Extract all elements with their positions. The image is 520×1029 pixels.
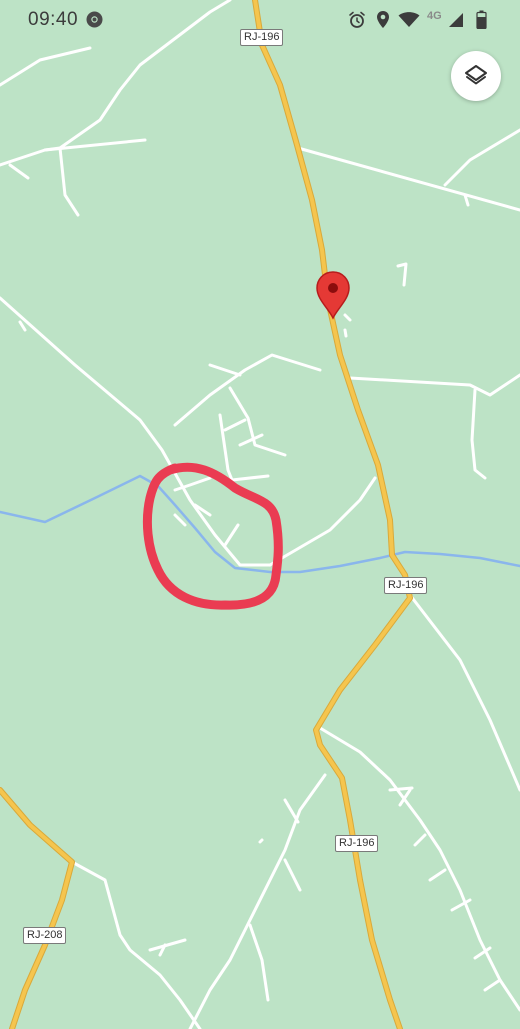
road-label-rj-208: RJ-208: [23, 927, 67, 944]
road-label-rj-196-middle: RJ-196: [384, 577, 428, 594]
network-type-label: 4G: [427, 10, 442, 22]
road-label-rj-196-bottom: RJ-196: [335, 835, 379, 852]
wifi-icon: [398, 12, 420, 27]
layers-icon: [465, 65, 487, 85]
chrome-icon: [86, 11, 103, 28]
location-icon: [377, 11, 389, 28]
map-canvas[interactable]: [0, 0, 520, 1029]
status-bar: 09:40 4G: [0, 0, 520, 40]
signal-icon: [449, 13, 463, 27]
battery-icon: [476, 10, 487, 29]
layers-button[interactable]: [451, 51, 501, 101]
map-pin-icon[interactable]: [315, 270, 351, 320]
status-time: 09:40: [28, 9, 79, 30]
alarm-icon: [349, 11, 365, 28]
